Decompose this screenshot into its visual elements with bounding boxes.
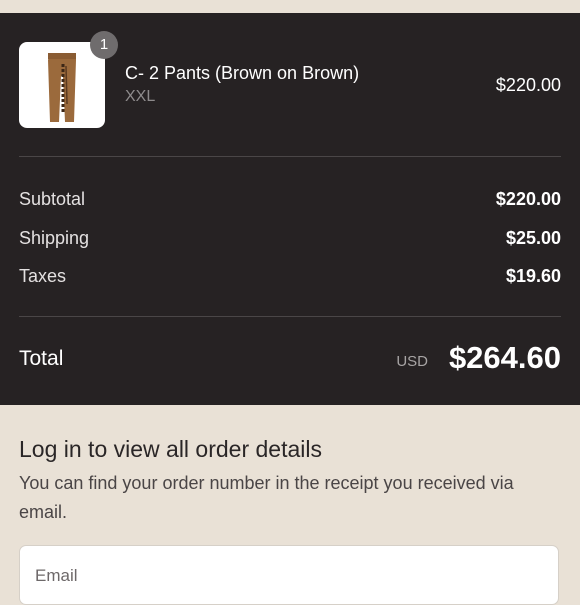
divider (19, 156, 561, 157)
product-thumbnail (19, 42, 105, 128)
taxes-label: Taxes (19, 266, 67, 286)
total-label: Total (19, 347, 64, 370)
top-background-strip (0, 0, 580, 13)
total-currency: USD (396, 353, 428, 370)
subtotal-label: Subtotal (19, 189, 86, 209)
login-description: You can find your order number in the re… (19, 473, 514, 522)
product-name: C- 2 Pants (Brown on Brown) (125, 63, 360, 83)
product-price: $220.00 (495, 75, 561, 95)
quantity-badge: 1 (90, 31, 118, 59)
total-value: $264.60 (448, 340, 561, 375)
brown-pants-image (48, 53, 76, 122)
product-variant: XXL (125, 88, 156, 105)
divider (19, 316, 561, 317)
subtotal-value: $220.00 (495, 189, 561, 209)
login-title: Log in to view all order details (19, 436, 322, 462)
taxes-value: $19.60 (505, 266, 561, 286)
email-field-label: Email (35, 566, 78, 585)
shipping-value: $25.00 (505, 228, 561, 248)
email-field[interactable]: Email (19, 545, 559, 605)
order-summary-panel: 1 C- 2 Pants (Brown on Brown) XXL $220.0… (0, 13, 580, 405)
shipping-label: Shipping (19, 228, 90, 248)
